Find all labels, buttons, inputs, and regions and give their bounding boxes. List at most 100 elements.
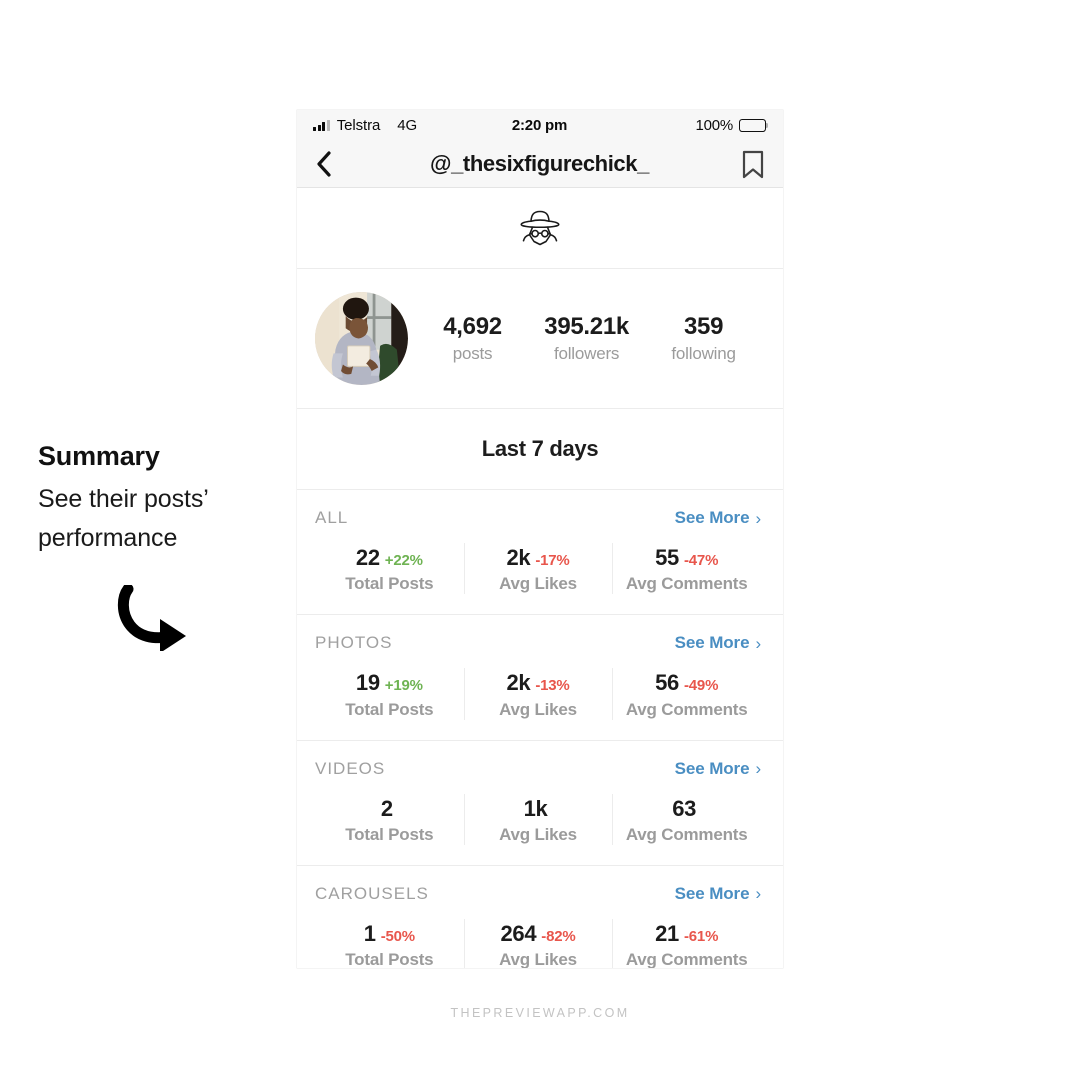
metric-value: 264 <box>500 920 537 946</box>
metric-total-posts: 2 Total Posts <box>315 794 464 845</box>
annotation-title: Summary <box>38 441 160 471</box>
metric-delta: -50% <box>380 927 415 945</box>
nav-bar: @_thesixfigurechick_ <box>297 141 783 188</box>
chevron-right-icon: › <box>755 759 761 779</box>
annotation-block: Summary See their posts’ performance <box>38 440 278 656</box>
metric-delta: -49% <box>684 677 719 695</box>
section-header: VIDEOS See More › <box>315 759 761 779</box>
metric-total-posts: 22 +22% Total Posts <box>315 543 464 594</box>
profile-avatar <box>315 292 408 385</box>
metric-delta: +19% <box>384 677 423 695</box>
signal-bars-icon <box>313 120 330 131</box>
metric-total-posts: 19 +19% Total Posts <box>315 668 464 719</box>
metric-value: 2k <box>506 670 531 696</box>
carrier-label: Telstra <box>336 117 381 134</box>
see-more-link-videos[interactable]: See More › <box>675 759 761 779</box>
metric-value: 2k <box>506 545 531 570</box>
section-title: CAROUSELS <box>315 883 429 903</box>
section-title: ALL <box>315 508 349 527</box>
battery-full-icon <box>739 119 769 132</box>
status-bar-right: 100% <box>567 117 769 134</box>
metric-value: 21 <box>655 920 679 946</box>
metric-label: Avg Comments <box>625 950 748 968</box>
section-header: ALL See More › <box>315 508 761 528</box>
section-header: CAROUSELS See More › <box>315 884 761 904</box>
network-type-label: 4G <box>397 117 418 134</box>
see-more-link-all[interactable]: See More › <box>675 508 761 528</box>
stat-following[interactable]: 359 following <box>671 312 736 365</box>
metric-value: 1 <box>363 920 376 946</box>
section-all: ALL See More › 22 +22% Total Posts 2k -1… <box>297 490 783 616</box>
metric-delta: -47% <box>684 552 719 569</box>
metric-label: Total Posts <box>345 574 434 594</box>
metric-avg-likes: 2k -17% Avg Likes <box>463 543 613 595</box>
section-title: VIDEOS <box>315 758 386 778</box>
battery-percent-label: 100% <box>695 117 734 134</box>
phone-mockup: Telstra 4G 2:20 pm 100% @_thesixfigurech… <box>297 110 783 968</box>
metric-label: Avg Likes <box>499 824 577 844</box>
section-photos: PHOTOS See More › 19 +19% Total Posts 2k… <box>297 615 783 741</box>
back-button[interactable] <box>315 150 359 178</box>
metric-delta: -13% <box>535 677 570 695</box>
stat-posts[interactable]: 4,692 posts <box>443 313 502 365</box>
metric-label: Avg Likes <box>499 950 577 968</box>
curved-arrow-down-right-icon <box>116 583 278 656</box>
annotation-subtitle: See their posts’ performance <box>38 484 208 553</box>
page-title: @_thesixfigurechick_ <box>430 151 649 176</box>
chevron-right-icon: › <box>755 508 761 528</box>
profile-stats: 4,692 posts 395.21k followers 359 follow… <box>408 313 757 365</box>
metric-avg-comments: 21 -61% Avg Comments <box>612 918 761 968</box>
metric-avg-likes: 1k Avg Likes <box>463 793 613 846</box>
section-header: PHOTOS See More › <box>315 633 761 653</box>
metric-avg-comments: 55 -47% Avg Comments <box>612 543 761 595</box>
metric-delta: -17% <box>535 552 570 569</box>
section-title: PHOTOS <box>315 633 393 653</box>
status-bar: Telstra 4G 2:20 pm 100% <box>297 110 783 141</box>
metric-value: 56 <box>655 670 679 696</box>
status-bar-left: Telstra 4G <box>313 117 512 134</box>
metric-value: 1k <box>523 795 548 821</box>
stat-followers[interactable]: 395.21k followers <box>544 313 629 365</box>
metric-total-posts: 1 -50% Total Posts <box>315 919 464 968</box>
see-more-label: See More <box>674 633 750 653</box>
avatar[interactable] <box>315 292 408 385</box>
metric-avg-comments: 63 Avg Comments <box>612 793 761 846</box>
metric-delta: +22% <box>384 552 423 569</box>
metrics-row: 1 -50% Total Posts 264 -82% Avg Likes 21… <box>315 918 761 968</box>
see-more-label: See More <box>674 883 750 903</box>
metric-value: 63 <box>672 795 697 821</box>
metric-avg-comments: 56 -49% Avg Comments <box>612 668 761 720</box>
metric-label: Avg Comments <box>625 824 748 844</box>
metric-value: 55 <box>655 545 679 570</box>
stat-label: posts <box>452 344 493 364</box>
metric-label: Avg Likes <box>499 574 577 594</box>
see-more-link-carousels[interactable]: See More › <box>675 884 761 904</box>
metric-value: 2 <box>380 795 393 821</box>
metric-label: Avg Comments <box>625 574 748 594</box>
incognito-banner <box>297 188 783 269</box>
clock-label: 2:20 pm <box>511 117 568 134</box>
watermark: THEPREVIEWAPP.COM <box>450 1006 630 1020</box>
bookmark-icon <box>742 150 764 178</box>
see-more-label: See More <box>674 508 750 527</box>
metric-label: Avg Comments <box>625 699 748 719</box>
metric-label: Total Posts <box>345 950 434 968</box>
section-videos: VIDEOS See More › 2 Total Posts 1k Avg L… <box>297 740 783 866</box>
metrics-row: 2 Total Posts 1k Avg Likes 63 Avg Commen… <box>315 793 761 846</box>
stat-value: 359 <box>683 312 724 340</box>
see-more-label: See More <box>674 758 750 778</box>
metric-avg-likes: 2k -13% Avg Likes <box>463 668 613 720</box>
stat-label: following <box>671 344 736 364</box>
period-selector[interactable]: Last 7 days <box>297 409 783 490</box>
metric-value: 22 <box>355 545 380 570</box>
metric-delta: -61% <box>684 927 719 945</box>
bookmark-button[interactable] <box>720 150 764 179</box>
metric-label: Avg Likes <box>499 699 577 719</box>
metric-value: 19 <box>355 670 380 696</box>
metric-avg-likes: 264 -82% Avg Likes <box>463 918 613 968</box>
stat-value: 4,692 <box>443 312 502 340</box>
see-more-link-photos[interactable]: See More › <box>675 633 761 653</box>
chevron-left-icon <box>317 151 331 177</box>
chevron-right-icon: › <box>755 884 761 904</box>
metric-label: Total Posts <box>345 699 434 719</box>
